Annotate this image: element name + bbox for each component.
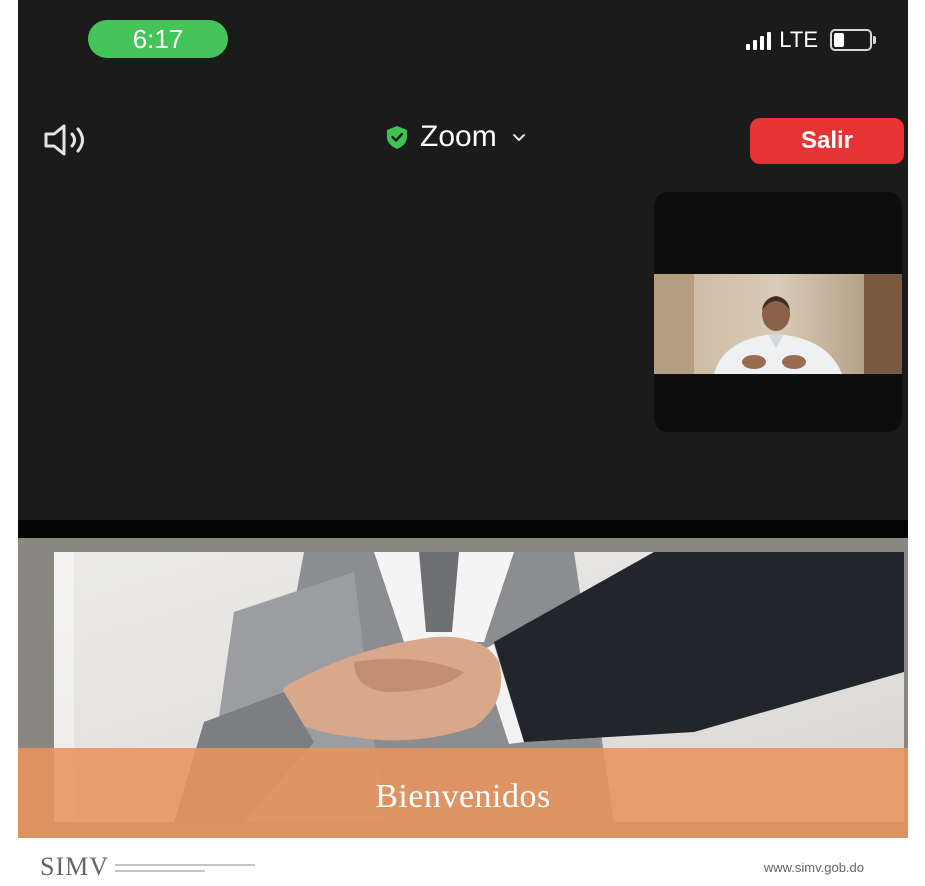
presentation-slide: Bienvenidos SIMV www.simv.gob.do [18,538,908,886]
slide-footer: SIMV www.simv.gob.do [18,838,908,886]
signal-icon [746,30,772,50]
video-area [18,180,908,520]
logo-tagline-lines [115,862,265,876]
share-divider [18,520,908,538]
participant-video-tile[interactable] [654,192,902,432]
simv-logo: SIMV [40,848,265,882]
status-bar: 6:17 LTE [18,0,908,90]
participant-video [654,274,902,374]
meeting-header: Zoom Salir [18,90,908,180]
meeting-title: Zoom [420,120,497,153]
status-indicators: LTE [746,24,876,56]
battery-icon [830,29,876,51]
chevron-down-icon [512,134,525,141]
shared-screen[interactable]: Bienvenidos SIMV www.simv.gob.do [18,538,908,886]
welcome-banner: Bienvenidos [18,748,908,838]
time-label: 6:17 [132,23,184,54]
simv-logo-text: SIMV [40,852,110,881]
speaker-button[interactable] [42,122,102,158]
website-label: www.simv.gob.do [763,860,864,875]
zoom-meeting-screen: 6:17 LTE Zoom Salir Bienvenidos SIMV www… [18,0,908,886]
speaker-icon [44,124,84,156]
leave-button[interactable]: Salir [750,118,904,164]
meeting-title-button[interactable]: Zoom [384,120,527,154]
shield-icon [387,126,407,149]
time-pill[interactable]: 6:17 [88,20,228,58]
welcome-title: Bienvenidos [375,778,551,815]
network-label: LTE [779,27,818,52]
